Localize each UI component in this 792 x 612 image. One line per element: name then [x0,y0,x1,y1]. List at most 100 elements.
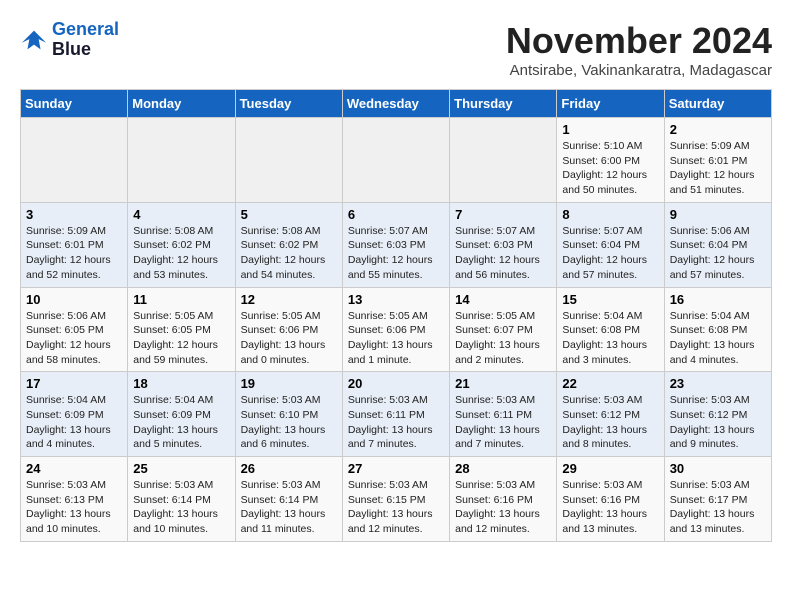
day-info: Sunrise: 5:03 AM Sunset: 6:15 PM Dayligh… [348,478,444,537]
day-info: Sunrise: 5:07 AM Sunset: 6:03 PM Dayligh… [348,224,444,283]
title-block: November 2024 Antsirabe, Vakinankaratra,… [506,20,772,79]
day-number: 19 [241,376,337,391]
calendar-day-cell: 23 Sunrise: 5:03 AM Sunset: 6:12 PM Dayli… [664,372,771,457]
calendar-day-cell: 7Sunrise: 5:07 AM Sunset: 6:03 PM Daylig… [450,202,557,287]
day-info: Sunrise: 5:06 AM Sunset: 6:05 PM Dayligh… [26,309,122,368]
day-number: 14 [455,292,551,307]
day-info: Sunrise: 5:05 AM Sunset: 6:06 PM Dayligh… [241,309,337,368]
calendar-week-row: 1 Sunrise: 5:10 AM Sunset: 6:00 PM Daylig… [21,118,772,203]
day-number: 2 [670,122,766,137]
day-info: Sunrise: 5:03 AM Sunset: 6:12 PM Dayligh… [670,393,766,452]
calendar-day-cell: 2Sunrise: 5:09 AM Sunset: 6:01 PM Daylig… [664,118,771,203]
page-header: General Blue November 2024 Antsirabe, Va… [20,20,772,79]
day-info: Sunrise: 5:04 AM Sunset: 6:08 PM Dayligh… [670,309,766,368]
calendar-day-cell: 12 Sunrise: 5:05 AM Sunset: 6:06 PM Dayli… [235,287,342,372]
calendar-day-cell: 15Sunrise: 5:04 AM Sunset: 6:08 PM Dayli… [557,287,664,372]
logo-text: General Blue [52,20,119,60]
calendar-day-cell: 13 Sunrise: 5:05 AM Sunset: 6:06 PM Dayli… [342,287,449,372]
day-of-week-header: Wednesday [342,90,449,118]
day-of-week-header: Monday [128,90,235,118]
day-info: Sunrise: 5:04 AM Sunset: 6:09 PM Dayligh… [133,393,229,452]
day-number: 18 [133,376,229,391]
day-info: Sunrise: 5:03 AM Sunset: 6:12 PM Dayligh… [562,393,658,452]
calendar-day-cell: 16 Sunrise: 5:04 AM Sunset: 6:08 PM Dayli… [664,287,771,372]
day-number: 6 [348,207,444,222]
day-info: Sunrise: 5:03 AM Sunset: 6:14 PM Dayligh… [241,478,337,537]
calendar-day-cell: 1 Sunrise: 5:10 AM Sunset: 6:00 PM Daylig… [557,118,664,203]
day-info: Sunrise: 5:03 AM Sunset: 6:11 PM Dayligh… [348,393,444,452]
calendar-day-cell [128,118,235,203]
day-of-week-header: Thursday [450,90,557,118]
day-info: Sunrise: 5:07 AM Sunset: 6:04 PM Dayligh… [562,224,658,283]
calendar-day-cell: 26 Sunrise: 5:03 AM Sunset: 6:14 PM Dayli… [235,457,342,542]
calendar-day-cell: 22 Sunrise: 5:03 AM Sunset: 6:12 PM Dayli… [557,372,664,457]
day-number: 30 [670,461,766,476]
day-number: 24 [26,461,122,476]
day-number: 23 [670,376,766,391]
calendar-day-cell [450,118,557,203]
calendar-day-cell: 25Sunrise: 5:03 AM Sunset: 6:14 PM Dayli… [128,457,235,542]
calendar-day-cell [235,118,342,203]
calendar-week-row: 17 Sunrise: 5:04 AM Sunset: 6:09 PM Dayli… [21,372,772,457]
calendar-day-cell: 18 Sunrise: 5:04 AM Sunset: 6:09 PM Dayli… [128,372,235,457]
calendar-day-cell: 28Sunrise: 5:03 AM Sunset: 6:16 PM Dayli… [450,457,557,542]
calendar-header-row: SundayMondayTuesdayWednesdayThursdayFrid… [21,90,772,118]
day-info: Sunrise: 5:03 AM Sunset: 6:17 PM Dayligh… [670,478,766,537]
day-number: 26 [241,461,337,476]
day-number: 3 [26,207,122,222]
calendar-day-cell: 21Sunrise: 5:03 AM Sunset: 6:11 PM Dayli… [450,372,557,457]
day-number: 22 [562,376,658,391]
day-number: 27 [348,461,444,476]
day-number: 13 [348,292,444,307]
day-info: Sunrise: 5:08 AM Sunset: 6:02 PM Dayligh… [241,224,337,283]
location-subtitle: Antsirabe, Vakinankaratra, Madagascar [506,62,772,79]
day-number: 29 [562,461,658,476]
day-info: Sunrise: 5:03 AM Sunset: 6:16 PM Dayligh… [562,478,658,537]
day-number: 20 [348,376,444,391]
calendar-day-cell: 19 Sunrise: 5:03 AM Sunset: 6:10 PM Dayli… [235,372,342,457]
calendar-week-row: 3 Sunrise: 5:09 AM Sunset: 6:01 PM Daylig… [21,202,772,287]
day-number: 1 [562,122,658,137]
day-info: Sunrise: 5:03 AM Sunset: 6:13 PM Dayligh… [26,478,122,537]
day-info: Sunrise: 5:05 AM Sunset: 6:06 PM Dayligh… [348,309,444,368]
month-year-title: November 2024 [506,20,772,62]
calendar-day-cell: 24 Sunrise: 5:03 AM Sunset: 6:13 PM Dayli… [21,457,128,542]
day-number: 8 [562,207,658,222]
day-number: 10 [26,292,122,307]
day-info: Sunrise: 5:05 AM Sunset: 6:05 PM Dayligh… [133,309,229,368]
day-info: Sunrise: 5:08 AM Sunset: 6:02 PM Dayligh… [133,224,229,283]
calendar-day-cell: 5 Sunrise: 5:08 AM Sunset: 6:02 PM Daylig… [235,202,342,287]
day-number: 16 [670,292,766,307]
calendar-day-cell: 6 Sunrise: 5:07 AM Sunset: 6:03 PM Daylig… [342,202,449,287]
day-of-week-header: Saturday [664,90,771,118]
day-number: 28 [455,461,551,476]
day-info: Sunrise: 5:10 AM Sunset: 6:00 PM Dayligh… [562,139,658,198]
calendar-day-cell: 17 Sunrise: 5:04 AM Sunset: 6:09 PM Dayli… [21,372,128,457]
calendar-day-cell: 14 Sunrise: 5:05 AM Sunset: 6:07 PM Dayli… [450,287,557,372]
day-info: Sunrise: 5:03 AM Sunset: 6:10 PM Dayligh… [241,393,337,452]
day-number: 17 [26,376,122,391]
day-info: Sunrise: 5:04 AM Sunset: 6:09 PM Dayligh… [26,393,122,452]
day-number: 5 [241,207,337,222]
day-of-week-header: Tuesday [235,90,342,118]
calendar-week-row: 10 Sunrise: 5:06 AM Sunset: 6:05 PM Dayli… [21,287,772,372]
day-number: 9 [670,207,766,222]
day-of-week-header: Sunday [21,90,128,118]
calendar-day-cell: 3 Sunrise: 5:09 AM Sunset: 6:01 PM Daylig… [21,202,128,287]
logo: General Blue [20,20,119,60]
calendar-day-cell: 8 Sunrise: 5:07 AM Sunset: 6:04 PM Daylig… [557,202,664,287]
day-number: 4 [133,207,229,222]
calendar-day-cell: 10 Sunrise: 5:06 AM Sunset: 6:05 PM Dayli… [21,287,128,372]
calendar-day-cell [21,118,128,203]
day-number: 11 [133,292,229,307]
calendar-day-cell [342,118,449,203]
day-info: Sunrise: 5:09 AM Sunset: 6:01 PM Dayligh… [26,224,122,283]
calendar-day-cell: 9Sunrise: 5:06 AM Sunset: 6:04 PM Daylig… [664,202,771,287]
calendar-day-cell: 11 Sunrise: 5:05 AM Sunset: 6:05 PM Dayli… [128,287,235,372]
day-info: Sunrise: 5:07 AM Sunset: 6:03 PM Dayligh… [455,224,551,283]
day-info: Sunrise: 5:05 AM Sunset: 6:07 PM Dayligh… [455,309,551,368]
day-number: 25 [133,461,229,476]
calendar-table: SundayMondayTuesdayWednesdayThursdayFrid… [20,89,772,542]
calendar-day-cell: 29 Sunrise: 5:03 AM Sunset: 6:16 PM Dayli… [557,457,664,542]
day-number: 12 [241,292,337,307]
